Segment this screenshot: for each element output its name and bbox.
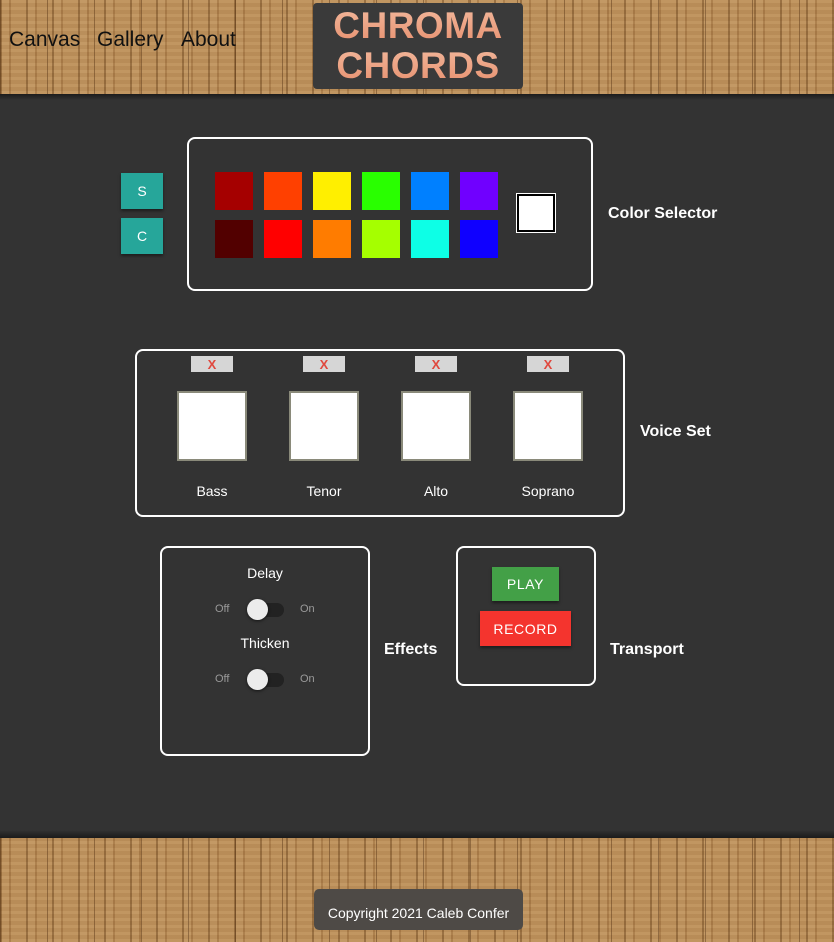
- color-swatch[interactable]: [362, 172, 400, 210]
- remove-voice-button[interactable]: X: [415, 356, 457, 372]
- voice-name-label: Soprano: [521, 483, 575, 499]
- color-swatch[interactable]: [215, 172, 253, 210]
- footer-shadow: [0, 830, 834, 838]
- clear-color-button[interactable]: C: [121, 218, 163, 254]
- toggle-off-label: Off: [215, 673, 230, 685]
- remove-voice-button[interactable]: X: [191, 356, 233, 372]
- color-swatch[interactable]: [313, 220, 351, 258]
- nav-about-link[interactable]: About: [181, 28, 236, 52]
- app-logo: CHROMA CHORDS: [313, 3, 523, 89]
- voice-name-label: Tenor: [306, 483, 342, 499]
- voice-name-label: Bass: [196, 483, 228, 499]
- effect-name-label: Delay: [247, 565, 283, 581]
- logo-line-1: CHROMA: [333, 5, 503, 46]
- voice-name-label: Alto: [423, 483, 449, 499]
- play-button[interactable]: PLAY: [492, 567, 559, 601]
- color-selector-label: Color Selector: [608, 205, 718, 222]
- color-swatch[interactable]: [362, 220, 400, 258]
- record-button[interactable]: RECORD: [480, 611, 571, 646]
- color-swatch[interactable]: [264, 220, 302, 258]
- logo-line-2: CHORDS: [336, 45, 500, 86]
- save-color-button[interactable]: S: [121, 173, 163, 209]
- toggle-knob[interactable]: [247, 669, 268, 690]
- toggle-on-label: On: [300, 673, 315, 685]
- remove-voice-button[interactable]: X: [303, 356, 345, 372]
- copyright-text: Copyright 2021 Caleb Confer: [314, 889, 523, 930]
- voice-color-slot[interactable]: [513, 391, 583, 461]
- color-swatch[interactable]: [460, 172, 498, 210]
- color-swatch[interactable]: [313, 172, 351, 210]
- header-shadow: [0, 94, 834, 100]
- voice-color-slot[interactable]: [289, 391, 359, 461]
- transport-label: Transport: [610, 641, 684, 658]
- voice-color-slot[interactable]: [401, 391, 471, 461]
- color-swatch[interactable]: [460, 220, 498, 258]
- voice-color-slot[interactable]: [177, 391, 247, 461]
- effect-name-label: Thicken: [240, 635, 290, 651]
- remove-voice-button[interactable]: X: [527, 356, 569, 372]
- color-swatch[interactable]: [411, 172, 449, 210]
- color-swatch[interactable]: [264, 172, 302, 210]
- color-swatch[interactable]: [215, 220, 253, 258]
- effects-label: Effects: [384, 641, 438, 658]
- nav-canvas-link[interactable]: Canvas: [9, 28, 80, 52]
- toggle-on-label: On: [300, 603, 315, 615]
- current-color-indicator: [516, 193, 556, 233]
- color-swatch[interactable]: [411, 220, 449, 258]
- nav-gallery-link[interactable]: Gallery: [97, 28, 164, 52]
- toggle-off-label: Off: [215, 603, 230, 615]
- toggle-knob[interactable]: [247, 599, 268, 620]
- voice-set-label: Voice Set: [640, 423, 711, 440]
